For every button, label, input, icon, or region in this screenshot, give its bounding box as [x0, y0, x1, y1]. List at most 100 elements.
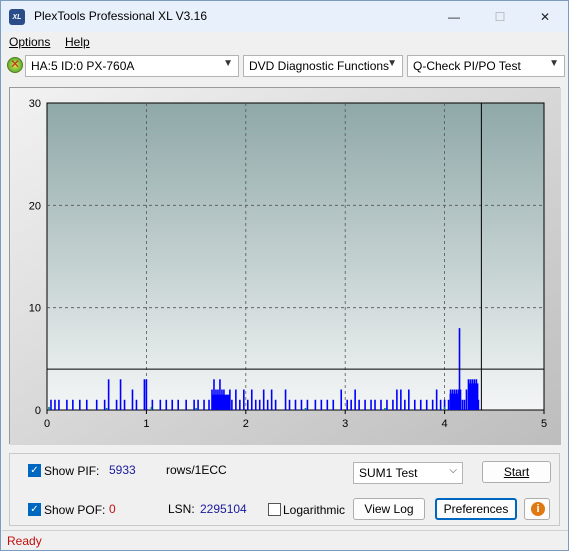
- chart-bar: [320, 399, 323, 410]
- function-select[interactable]: DVD Diagnostic Functions ▼: [243, 55, 403, 77]
- y-tick-label: 30: [29, 98, 41, 110]
- info-button[interactable]: i: [524, 498, 550, 520]
- chart-bar: [380, 399, 382, 410]
- chart-bar: [300, 399, 303, 410]
- chart-bar: [408, 389, 410, 410]
- function-select-value: DVD Diagnostic Functions: [249, 59, 390, 73]
- chart-bar: [413, 399, 416, 410]
- chart-bar: [165, 399, 168, 410]
- chart-bar: [384, 407, 386, 410]
- show-pof-label: Show POF:: [44, 503, 106, 517]
- y-tick-label: 20: [29, 200, 41, 212]
- chart-bar: [364, 399, 366, 410]
- chart-bar: [58, 399, 60, 410]
- menu-options[interactable]: Options: [9, 35, 50, 49]
- chart-bar-cluster: [212, 394, 230, 410]
- chart-bar: [177, 399, 180, 410]
- sum-test-select-value: SUM1 Test: [359, 466, 418, 480]
- window-title: PlexTools Professional XL V3.16: [34, 9, 207, 23]
- chart-bar: [171, 399, 174, 410]
- chart-bar: [103, 399, 106, 410]
- chart-bar: [48, 406, 50, 410]
- info-icon: i: [531, 502, 545, 516]
- chart-bar: [250, 389, 253, 410]
- logarithmic-label: Logarithmic: [283, 503, 346, 517]
- chart-bar: [159, 399, 162, 410]
- chart-bar: [107, 379, 110, 410]
- chart-bar: [358, 399, 360, 410]
- chart-bar: [197, 399, 199, 410]
- app-logo-icon: XL: [9, 9, 25, 25]
- x-tick-label: 0: [44, 418, 50, 430]
- chart-bar: [288, 399, 291, 410]
- preferences-button[interactable]: Preferences: [435, 498, 517, 520]
- show-pif-checkbox[interactable]: ✓: [28, 464, 41, 477]
- test-select[interactable]: Q-Check PI/PO Test ▼: [407, 55, 565, 77]
- chart-bar: [443, 406, 446, 410]
- chart-bar: [262, 389, 265, 410]
- chart-bar: [239, 399, 241, 410]
- y-tick-label: 0: [35, 405, 41, 417]
- logarithmic-checkbox[interactable]: [268, 503, 281, 516]
- chart-bar: [115, 399, 118, 410]
- app-window: XL PlexTools Professional XL V3.16 — ☐ ✕…: [0, 0, 569, 551]
- pof-value: 0: [109, 502, 116, 516]
- x-tick-label: 3: [342, 418, 348, 430]
- lsn-value: 2295104: [200, 502, 247, 516]
- sum-test-select[interactable]: SUM1 Test ⌵: [353, 462, 463, 484]
- chart-bar: [294, 399, 297, 410]
- chart-bar: [79, 399, 81, 410]
- chevron-down-icon: ▼: [549, 58, 559, 69]
- minimize-button[interactable]: —: [431, 1, 477, 32]
- chart-bar: [435, 389, 438, 410]
- chart-bar: [284, 389, 287, 410]
- close-button[interactable]: ✕: [522, 1, 568, 32]
- chart-bar: [135, 399, 138, 410]
- chart-bar: [145, 379, 148, 410]
- chart-bar: [396, 389, 398, 410]
- chart-bar: [131, 389, 134, 410]
- y-tick-label: 10: [29, 303, 41, 315]
- controls-panel: ✓ Show PIF: 5933 rows/1ECC SUM1 Test ⌵ S…: [9, 453, 560, 526]
- chart-bar: [332, 399, 335, 410]
- chart-bar-cluster: [449, 393, 459, 410]
- chart-bar: [246, 399, 249, 410]
- drive-icon: [7, 57, 23, 73]
- chevron-down-icon: ⌵: [449, 465, 457, 476]
- chart-bar: [66, 399, 68, 410]
- chart-bar: [105, 407, 108, 410]
- toolbar: HA:5 ID:0 PX-760A ▼ DVD Diagnostic Funct…: [1, 53, 568, 79]
- chart-bar: [54, 399, 56, 410]
- chart-bar: [270, 389, 273, 410]
- start-button[interactable]: Start: [482, 461, 551, 483]
- chart-bar: [386, 399, 388, 410]
- maximize-button[interactable]: ☐: [477, 1, 523, 32]
- chart-bar: [459, 389, 462, 410]
- chart-bar: [254, 399, 257, 410]
- pi-po-chart: 0 1 2 3 4 5 0 10 20 30: [10, 88, 561, 445]
- chart-bar: [195, 407, 197, 410]
- menu-help[interactable]: Help: [65, 35, 90, 49]
- chart-bar: [143, 379, 146, 410]
- x-tick-label: 1: [143, 418, 149, 430]
- preferences-button-label: Preferences: [443, 502, 509, 516]
- chart-bar: [419, 399, 422, 410]
- drive-select-value: HA:5 ID:0 PX-760A: [31, 59, 135, 73]
- rows-unit-label: rows/1ECC: [166, 463, 227, 477]
- chevron-down-icon: ▼: [223, 58, 233, 69]
- chart-bar: [374, 399, 376, 410]
- chart-bar: [400, 389, 402, 410]
- view-log-button-label: View Log: [364, 502, 414, 516]
- chart-bar: [235, 389, 237, 410]
- chart-bar: [340, 389, 343, 410]
- show-pof-checkbox[interactable]: ✓: [28, 503, 41, 516]
- view-log-button[interactable]: View Log: [353, 498, 425, 520]
- chevron-down-icon: ▼: [387, 58, 397, 69]
- chart-panel: 0 1 2 3 4 5 0 10 20 30: [9, 87, 561, 445]
- chart-bar: [95, 399, 98, 410]
- plot-area: [46, 102, 545, 411]
- chart-bar: [258, 399, 261, 410]
- drive-select[interactable]: HA:5 ID:0 PX-760A ▼: [25, 55, 239, 77]
- chart-bar: [150, 406, 153, 410]
- chart-bar: [350, 399, 352, 410]
